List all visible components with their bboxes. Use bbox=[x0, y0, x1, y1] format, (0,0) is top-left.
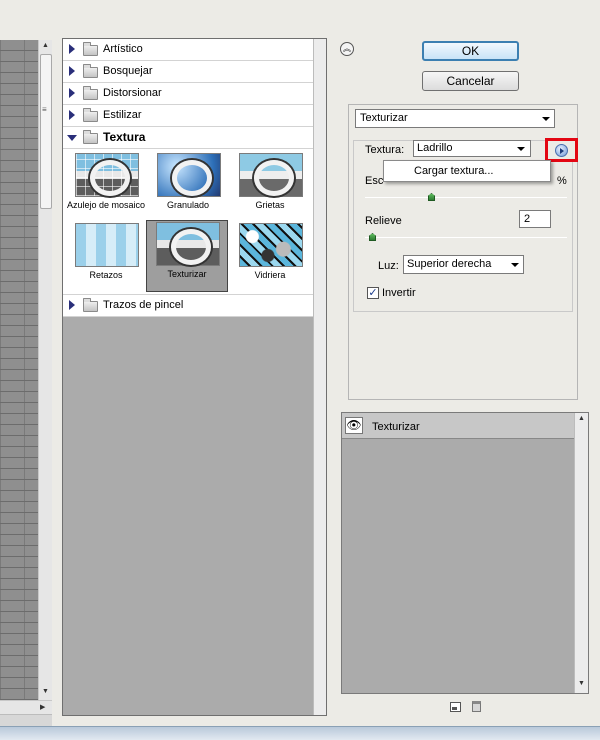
texture-filter-thumbnails: Azulejo de mosaico Granulado Grietas Ret… bbox=[63, 149, 314, 295]
arrow-right-circle-icon bbox=[555, 144, 568, 157]
filter-caption: Vidriera bbox=[254, 270, 286, 280]
category-bosquejar[interactable]: Bosquejar bbox=[63, 61, 314, 83]
category-estilizar[interactable]: Estilizar bbox=[63, 105, 314, 127]
category-label: Textura bbox=[103, 130, 146, 144]
expand-triangle-icon[interactable] bbox=[69, 44, 75, 54]
scale-slider[interactable] bbox=[365, 193, 567, 201]
light-label: Luz: bbox=[378, 260, 399, 272]
gallery-vertical-scrollbar[interactable] bbox=[313, 39, 326, 715]
relief-label: Relieve bbox=[365, 215, 402, 227]
light-select-value: Superior derecha bbox=[407, 258, 492, 270]
filter-granulado[interactable]: Granulado bbox=[147, 151, 229, 223]
filter-caption: Azulejo de mosaico bbox=[66, 200, 146, 210]
eye-icon[interactable]: 👁 bbox=[345, 417, 363, 434]
invert-label: Invertir bbox=[382, 287, 416, 299]
category-trazos-de-pincel[interactable]: Trazos de pincel bbox=[63, 295, 314, 317]
texturizer-thumbnail-icon bbox=[156, 222, 220, 266]
preview-horizontal-scrollbar[interactable]: ▶ bbox=[0, 700, 52, 714]
folder-icon bbox=[83, 108, 98, 122]
category-label: Trazos de pincel bbox=[103, 299, 184, 311]
invert-checkbox[interactable]: ✓ bbox=[367, 287, 379, 299]
relief-value-input[interactable]: 2 bbox=[519, 210, 551, 228]
filter-vidriera[interactable]: Vidriera bbox=[229, 221, 311, 293]
mosaic-tile-thumbnail-icon bbox=[75, 153, 139, 197]
trash-icon[interactable] bbox=[472, 701, 481, 712]
expand-triangle-icon[interactable] bbox=[69, 110, 75, 120]
texture-menu-button[interactable] bbox=[545, 138, 578, 162]
category-distorsionar[interactable]: Distorsionar bbox=[63, 83, 314, 105]
scroll-down-arrow-icon[interactable]: ▼ bbox=[42, 688, 49, 695]
scale-label: Esc bbox=[365, 175, 384, 187]
cancel-button[interactable]: Cancelar bbox=[422, 71, 519, 91]
folder-icon bbox=[83, 86, 98, 100]
relief-slider[interactable] bbox=[365, 233, 567, 241]
filter-caption: Texturizar bbox=[167, 269, 207, 279]
grip-icon: ≡ bbox=[42, 105, 47, 114]
window-bottom-edge bbox=[0, 726, 600, 740]
scroll-up-arrow-icon[interactable]: ▲ bbox=[42, 42, 49, 49]
filter-gallery-panel: Artístico Bosquejar Distorsionar Estiliz… bbox=[62, 38, 327, 716]
patchwork-thumbnail-icon bbox=[75, 223, 139, 267]
texture-popup-menu: Cargar textura... bbox=[383, 160, 551, 182]
chevron-down-icon bbox=[517, 147, 525, 151]
filter-caption: Granulado bbox=[166, 200, 210, 210]
scale-percent-sign: % bbox=[557, 175, 567, 187]
load-texture-menu-item[interactable]: Cargar textura... bbox=[414, 165, 493, 177]
preview-vertical-scrollbar[interactable]: ▲ ≡ ▼ bbox=[38, 40, 52, 700]
category-label: Distorsionar bbox=[103, 87, 162, 99]
filter-grietas[interactable]: Grietas bbox=[229, 151, 311, 223]
filter-select[interactable]: Texturizar bbox=[355, 109, 555, 128]
filter-texturizar[interactable]: Texturizar bbox=[146, 220, 228, 292]
preview-zoom-bar bbox=[0, 714, 52, 726]
layers-vertical-scrollbar[interactable]: ▲ ▼ bbox=[574, 413, 588, 693]
filter-retazos[interactable]: Retazos bbox=[65, 221, 147, 293]
ok-button[interactable]: OK bbox=[422, 41, 519, 61]
texture-select-value: Ladrillo bbox=[417, 142, 453, 154]
category-artistico[interactable]: Artístico bbox=[63, 39, 314, 61]
filter-caption: Grietas bbox=[255, 200, 285, 210]
chevron-down-icon bbox=[542, 117, 550, 121]
expand-triangle-icon[interactable] bbox=[69, 66, 75, 76]
grain-thumbnail-icon bbox=[157, 153, 221, 197]
category-label: Bosquejar bbox=[103, 65, 153, 77]
new-effect-layer-icon[interactable] bbox=[450, 702, 461, 712]
light-select[interactable]: Superior derecha bbox=[403, 255, 524, 274]
scroll-up-arrow-icon[interactable]: ▲ bbox=[578, 415, 585, 422]
category-label: Artístico bbox=[103, 43, 143, 55]
filter-caption: Retazos bbox=[89, 270, 123, 280]
image-preview[interactable] bbox=[0, 40, 38, 700]
folder-icon bbox=[83, 64, 98, 78]
collapse-gallery-icon[interactable]: ︽ bbox=[340, 42, 354, 56]
texture-select[interactable]: Ladrillo bbox=[413, 140, 531, 157]
expand-triangle-icon[interactable] bbox=[69, 88, 75, 98]
effect-layer-row[interactable]: 👁 Texturizar bbox=[342, 413, 575, 439]
filter-select-value: Texturizar bbox=[360, 112, 408, 124]
collapse-triangle-icon[interactable] bbox=[67, 135, 77, 141]
effect-layer-name: Texturizar bbox=[372, 421, 420, 433]
folder-icon bbox=[83, 298, 98, 312]
scroll-right-arrow-icon[interactable]: ▶ bbox=[40, 703, 45, 711]
cracks-thumbnail-icon bbox=[239, 153, 303, 197]
category-label: Estilizar bbox=[103, 109, 142, 121]
expand-triangle-icon[interactable] bbox=[69, 300, 75, 310]
folder-open-icon bbox=[83, 130, 98, 144]
scrollbar-thumb[interactable] bbox=[40, 54, 52, 209]
chevron-down-icon bbox=[511, 263, 519, 267]
stained-glass-thumbnail-icon bbox=[239, 223, 303, 267]
filter-azulejo-de-mosaico[interactable]: Azulejo de mosaico bbox=[65, 151, 147, 223]
effect-layers-panel: 👁 Texturizar ▲ ▼ bbox=[341, 412, 589, 694]
folder-icon bbox=[83, 42, 98, 56]
category-textura[interactable]: Textura bbox=[63, 127, 314, 149]
scroll-down-arrow-icon[interactable]: ▼ bbox=[578, 680, 585, 687]
texture-label: Textura: bbox=[365, 144, 405, 156]
